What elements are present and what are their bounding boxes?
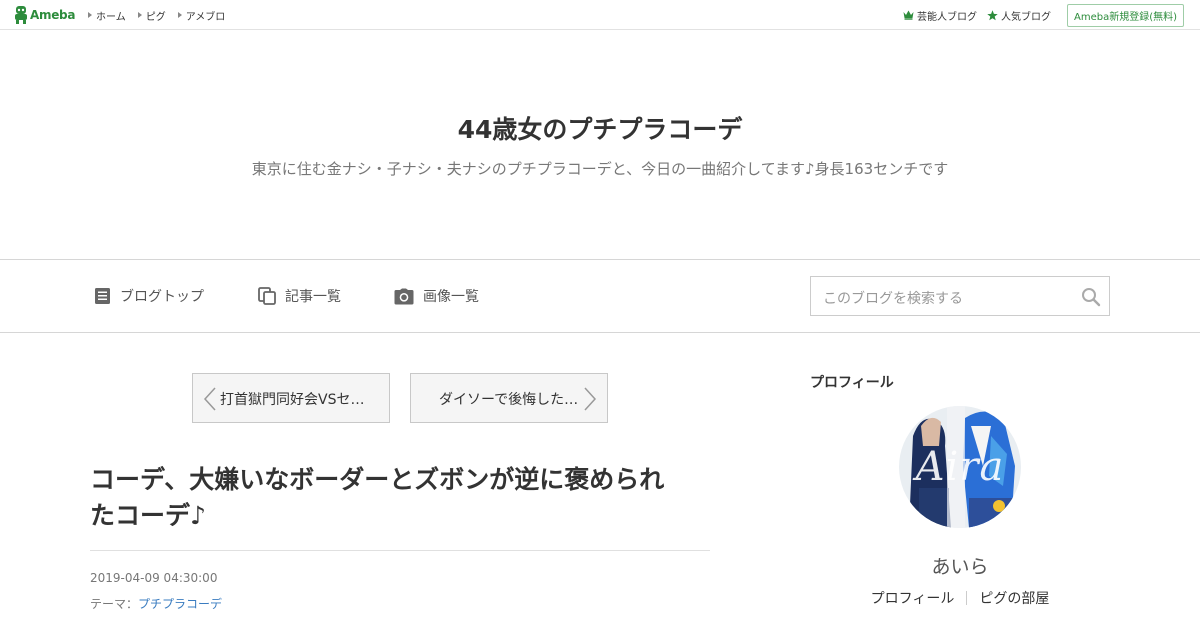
article-date: 2019-04-09 04:30:00 (90, 571, 218, 585)
nav-article-list-label: 記事一覧 (285, 289, 341, 305)
theme-link[interactable]: プチプラコーデ (138, 597, 222, 611)
ameba-logo[interactable]: Ameba (14, 6, 75, 24)
ameba-signup-button[interactable]: Ameba新規登録(無料) (1066, 3, 1184, 27)
popular-blog-link[interactable]: 人気ブログ (987, 8, 1051, 23)
prev-article-button[interactable]: 打首獄門同好会VSセ… (192, 373, 390, 423)
global-nav-home[interactable]: ホーム (88, 8, 126, 23)
global-nav-label: ホーム (96, 11, 126, 23)
avatar-script-overlay: Aira (915, 444, 1005, 490)
arrow-right-icon (177, 12, 182, 18)
arrow-right-icon (137, 12, 142, 18)
article-divider (90, 550, 710, 551)
ameba-mascot-icon (15, 6, 27, 24)
avatar[interactable]: Aira (899, 406, 1021, 528)
article-title-line: たコーデ♪ (90, 501, 206, 530)
blog-search-box[interactable]: このブログを検索する (810, 276, 1110, 316)
theme-prefix: テーマ： (90, 597, 139, 611)
global-nav-label: ピグ (145, 11, 166, 23)
copy-icon (258, 287, 276, 305)
global-nav-pigg[interactable]: ピグ (137, 8, 166, 23)
global-nav: ホーム ピグ アメブロ (88, 0, 237, 30)
global-nav-label: アメブロ (185, 11, 226, 23)
chevron-left-icon (203, 387, 216, 411)
search-icon[interactable] (1081, 287, 1101, 307)
nav-article-list[interactable]: 記事一覧 (258, 286, 341, 306)
link-separator (966, 591, 968, 605)
article-title[interactable]: コーデ、大嫌いなボーダーとズボンが逆に褒められ たコーデ♪ (90, 462, 710, 534)
next-article-button[interactable]: ダイソーで後悔した… (410, 373, 608, 423)
search-placeholder: このブログを検索する (823, 291, 963, 307)
nav-blog-top[interactable]: ブログトップ (94, 286, 204, 306)
blog-description: 東京に住む金ナシ・子ナシ・夫ナシのプチプラコーデと、今日の一曲紹介してます♪身長… (251, 160, 949, 178)
nav-blog-top-label: ブログトップ (120, 289, 204, 305)
camera-icon (394, 288, 414, 304)
profile-heading: プロフィール (810, 375, 894, 391)
crown-icon (903, 10, 914, 20)
chevron-right-icon (584, 387, 597, 411)
profile-links: プロフィール ピグの部屋 (810, 588, 1110, 608)
document-icon (95, 288, 110, 304)
article-theme: テーマ：プチプラコーデ (90, 595, 222, 612)
global-nav-right: 芸能人ブログ 人気ブログ Ameba新規登録(無料) (903, 0, 1184, 30)
nav-image-list-label: 画像一覧 (423, 289, 479, 305)
next-article-title: ダイソーで後悔した… (439, 392, 579, 408)
blog-nav: ブログトップ 記事一覧 画像一覧 このブログを検索する (0, 260, 1200, 333)
profile-link[interactable]: プロフィール (871, 588, 955, 608)
blog-header: 44歳女のプチプラコーデ 東京に住む金ナシ・子ナシ・夫ナシのプチプラコーデと、今… (0, 30, 1200, 260)
pigg-room-link[interactable]: ピグの部屋 (979, 588, 1049, 608)
global-nav-ameblo[interactable]: アメブロ (177, 8, 226, 23)
celebrity-blog-link[interactable]: 芸能人ブログ (903, 8, 977, 23)
prev-article-title: 打首獄門同好会VSセ… (220, 392, 365, 408)
ameba-global-header: Ameba ホーム ピグ アメブロ 芸能人ブログ 人気ブログ Ameba新規登録… (0, 0, 1200, 30)
profile-username[interactable]: あいら (810, 552, 1110, 579)
blog-title[interactable]: 44歳女のプチプラコーデ (0, 110, 1200, 146)
nav-image-list[interactable]: 画像一覧 (394, 286, 479, 306)
arrow-right-icon (88, 12, 92, 18)
celebrity-blog-label: 芸能人ブログ (916, 11, 977, 23)
ameba-logo-text: Ameba (30, 8, 76, 22)
star-icon (987, 9, 998, 20)
popular-blog-label: 人気ブログ (1000, 11, 1051, 23)
article-title-line: コーデ、大嫌いなボーダーとズボンが逆に褒められ (90, 465, 665, 494)
